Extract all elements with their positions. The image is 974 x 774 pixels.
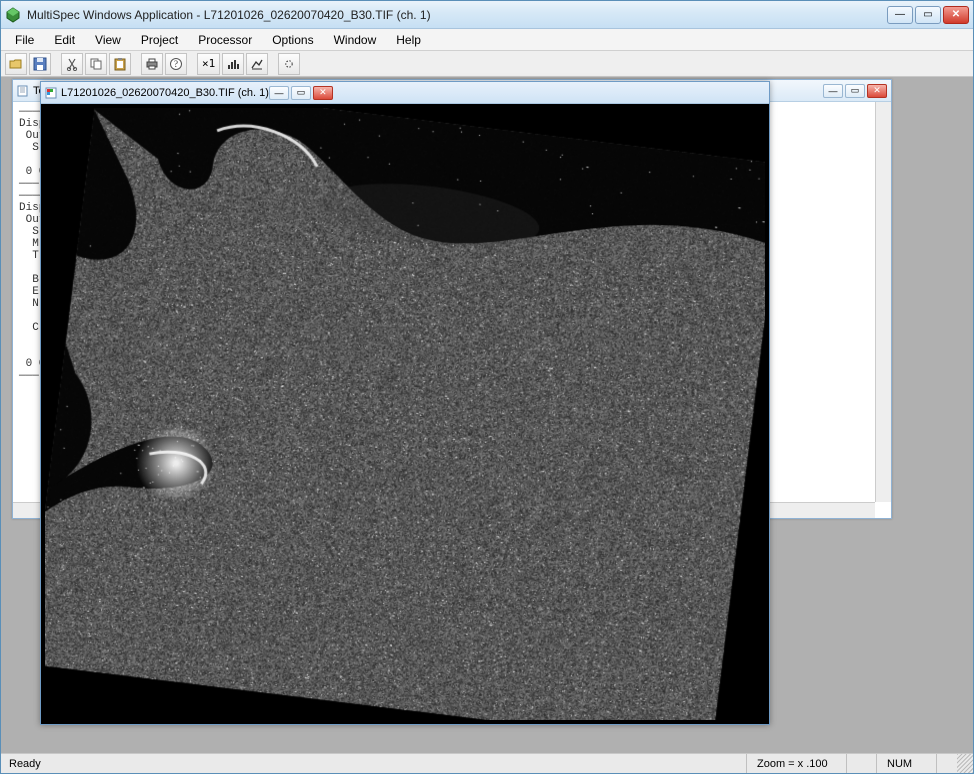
image-window-minimize[interactable]: — (269, 86, 289, 100)
text-window-minimize[interactable]: — (823, 84, 843, 98)
status-empty1 (846, 754, 876, 773)
text-window-maximize[interactable]: ▭ (845, 84, 865, 98)
save-button[interactable] (29, 53, 51, 75)
copy-button[interactable] (85, 53, 107, 75)
toolbar: ? ×1 (1, 51, 973, 77)
titlebar[interactable]: MultiSpec Windows Application - L7120102… (1, 1, 973, 29)
image-window-title: L71201026_02620070420_B30.TIF (ch. 1) (61, 87, 269, 99)
menu-help[interactable]: Help (386, 31, 431, 49)
print-button[interactable] (141, 53, 163, 75)
menu-processor[interactable]: Processor (188, 31, 262, 49)
maximize-button[interactable]: ▭ (915, 6, 941, 24)
window-controls: — ▭ ✕ (887, 6, 969, 24)
svg-text:?: ? (174, 59, 178, 69)
app-icon (5, 7, 21, 23)
zoom-1x-button[interactable]: ×1 (197, 53, 220, 75)
image-window[interactable]: L71201026_02620070420_B30.TIF (ch. 1) — … (40, 81, 770, 725)
satellite-image (45, 108, 765, 720)
overlay-button[interactable] (246, 53, 268, 75)
app-window: MultiSpec Windows Application - L7120102… (0, 0, 974, 774)
image-icon (45, 87, 57, 99)
status-empty2 (936, 754, 957, 773)
cut-button[interactable] (61, 53, 83, 75)
menu-edit[interactable]: Edit (44, 31, 85, 49)
document-icon (17, 85, 29, 97)
minimize-button[interactable]: — (887, 6, 913, 24)
menu-view[interactable]: View (85, 31, 131, 49)
text-window-close[interactable]: ✕ (867, 84, 887, 98)
close-button[interactable]: ✕ (943, 6, 969, 24)
open-button[interactable] (5, 53, 27, 75)
menu-options[interactable]: Options (262, 31, 323, 49)
image-window-titlebar[interactable]: L71201026_02620070420_B30.TIF (ch. 1) — … (41, 82, 769, 104)
status-ready: Ready (1, 758, 746, 770)
paste-button[interactable] (109, 53, 131, 75)
text-window-vscroll[interactable] (875, 102, 891, 502)
image-window-close[interactable]: ✕ (313, 86, 333, 100)
menu-file[interactable]: File (5, 31, 44, 49)
statusbar: Ready Zoom = x .100 NUM (1, 753, 973, 773)
app-title: MultiSpec Windows Application - L7120102… (27, 8, 887, 22)
menubar: File Edit View Project Processor Options… (1, 29, 973, 51)
resize-grip[interactable] (957, 754, 973, 773)
help-button[interactable]: ? (165, 53, 187, 75)
cursor-tool-button[interactable] (278, 53, 300, 75)
mdi-client: Tex — ▭ ✕ ————— Displ Out S 0 C ——— ————… (4, 77, 970, 753)
image-viewport[interactable] (41, 104, 769, 724)
status-num: NUM (876, 754, 936, 773)
menu-project[interactable]: Project (131, 31, 188, 49)
image-window-maximize[interactable]: ▭ (291, 86, 311, 100)
histogram-button[interactable] (222, 53, 244, 75)
menu-window[interactable]: Window (324, 31, 387, 49)
status-zoom: Zoom = x .100 (746, 754, 846, 773)
